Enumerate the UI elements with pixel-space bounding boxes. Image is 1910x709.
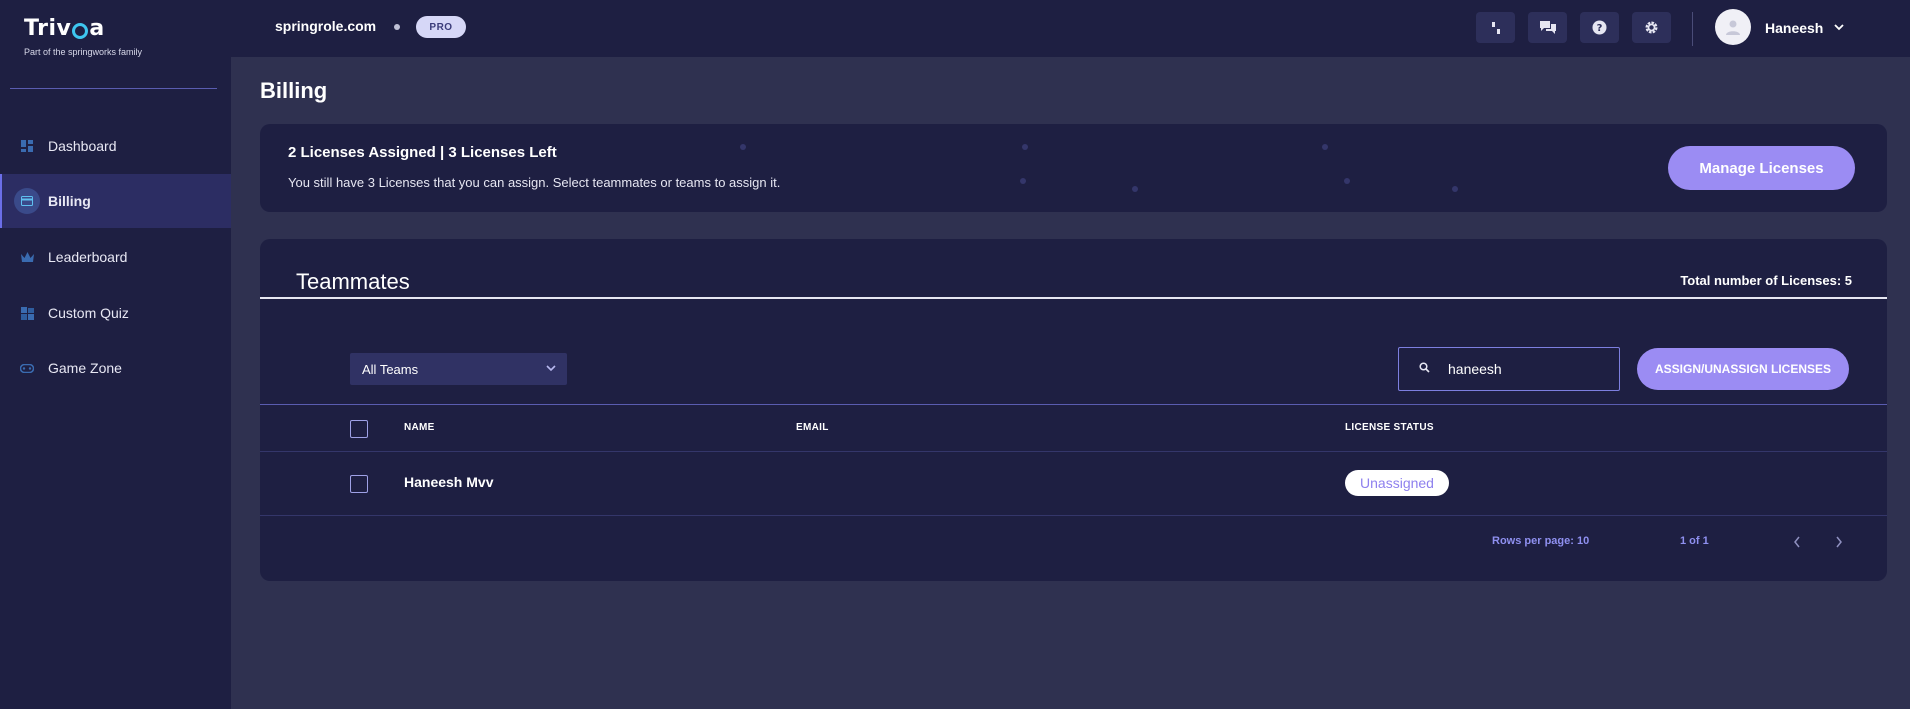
sidebar-divider bbox=[10, 88, 217, 89]
teammates-divider bbox=[260, 297, 1887, 299]
sidebar-item-label: Custom Quiz bbox=[48, 305, 129, 321]
license-summary-card: 2 Licenses Assigned | 3 Licenses Left Yo… bbox=[260, 124, 1887, 212]
help-icon: ? bbox=[1592, 20, 1607, 35]
assign-unassign-licenses-button[interactable]: ASSIGN/UNASSIGN LICENSES bbox=[1637, 348, 1849, 390]
custom-quiz-icon bbox=[20, 306, 34, 320]
user-avatar-icon bbox=[1726, 20, 1740, 35]
row-divider bbox=[260, 451, 1887, 452]
chevron-down-icon bbox=[545, 362, 557, 377]
decorative-dot bbox=[740, 144, 746, 150]
decorative-dot bbox=[1452, 186, 1458, 192]
teammate-name: Haneesh Mvv bbox=[404, 474, 494, 490]
sidebar-item-label: Dashboard bbox=[48, 138, 117, 154]
logo-ring-icon bbox=[72, 22, 89, 39]
settings-icon bbox=[1645, 21, 1658, 34]
teammates-card: Teammates Total number of Licenses: 5 Al… bbox=[260, 239, 1887, 581]
decorative-dot bbox=[1020, 178, 1026, 184]
total-licenses: Total number of Licenses: 5 bbox=[1680, 273, 1852, 288]
license-summary-text: You still have 3 Licenses that you can a… bbox=[288, 175, 781, 190]
svg-text:?: ? bbox=[1597, 23, 1603, 34]
avatar[interactable] bbox=[1715, 9, 1751, 45]
user-name[interactable]: Haneesh bbox=[1765, 20, 1823, 36]
crown-icon bbox=[20, 250, 34, 264]
feedback-button[interactable] bbox=[1476, 12, 1515, 43]
status-badge: Unassigned bbox=[1345, 470, 1449, 496]
column-header-name: NAME bbox=[404, 422, 435, 433]
topbar-separator bbox=[1692, 12, 1693, 46]
table-header-divider bbox=[260, 404, 1887, 405]
logo-text-a: Triv bbox=[24, 16, 72, 41]
decorative-dot bbox=[1344, 178, 1350, 184]
game-controller-icon bbox=[20, 361, 34, 375]
search-field[interactable] bbox=[1398, 347, 1620, 391]
top-bar: springrole.com PRO ? Haneesh bbox=[231, 0, 1910, 57]
decorative-dot bbox=[1132, 186, 1138, 192]
search-input[interactable] bbox=[1448, 361, 1598, 377]
column-header-license-status: LICENSE STATUS bbox=[1345, 422, 1434, 433]
team-filter-select[interactable]: All Teams bbox=[350, 353, 567, 385]
settings-button[interactable] bbox=[1632, 12, 1671, 43]
dashboard-icon bbox=[20, 139, 34, 153]
select-all-checkbox[interactable] bbox=[350, 420, 368, 438]
trivia-logo[interactable]: Triv a Part of the springworks family bbox=[24, 16, 142, 57]
license-summary-heading: 2 Licenses Assigned | 3 Licenses Left bbox=[288, 144, 557, 161]
org-name: springrole.com bbox=[275, 18, 377, 34]
logo-tagline: Part of the springworks family bbox=[24, 47, 143, 57]
teammates-title: Teammates bbox=[296, 269, 410, 294]
row-checkbox[interactable] bbox=[350, 475, 368, 493]
sidebar-item-custom-quiz[interactable]: Custom Quiz bbox=[0, 286, 231, 340]
team-filter-value: All Teams bbox=[362, 361, 419, 377]
help-button[interactable]: ? bbox=[1580, 12, 1619, 43]
sidebar-item-billing[interactable]: Billing bbox=[0, 174, 231, 228]
column-header-email: EMAIL bbox=[796, 422, 829, 433]
sidebar-item-game-zone[interactable]: Game Zone bbox=[0, 341, 231, 395]
row-divider bbox=[260, 515, 1887, 516]
search-icon bbox=[1419, 360, 1430, 378]
chevron-down-icon[interactable] bbox=[1833, 20, 1845, 38]
chevron-left-icon[interactable] bbox=[1792, 535, 1802, 554]
sidebar: Triv a Part of the springworks family Da… bbox=[0, 0, 231, 709]
sidebar-item-dashboard[interactable]: Dashboard bbox=[0, 119, 231, 173]
chat-button[interactable] bbox=[1528, 12, 1567, 43]
decorative-dot bbox=[1022, 144, 1028, 150]
rows-per-page[interactable]: Rows per page: 10 bbox=[1492, 535, 1589, 547]
feedback-icon bbox=[1488, 21, 1503, 34]
plan-badge: PRO bbox=[416, 16, 466, 38]
manage-licenses-button[interactable]: Manage Licenses bbox=[1668, 146, 1855, 190]
chat-icon bbox=[1539, 21, 1556, 34]
decorative-dot bbox=[1322, 144, 1328, 150]
page-info: 1 of 1 bbox=[1680, 535, 1709, 547]
chevron-right-icon[interactable] bbox=[1834, 535, 1844, 554]
billing-card-icon bbox=[14, 188, 40, 214]
sidebar-item-leaderboard[interactable]: Leaderboard bbox=[0, 230, 231, 284]
sidebar-item-label: Game Zone bbox=[48, 360, 122, 376]
page-title: Billing bbox=[260, 78, 328, 103]
sidebar-item-label: Billing bbox=[48, 193, 91, 209]
org-separator-dot bbox=[394, 24, 400, 30]
logo-wordmark: Triv a bbox=[24, 16, 142, 41]
logo-text-b: a bbox=[89, 16, 105, 41]
sidebar-item-label: Leaderboard bbox=[48, 249, 128, 265]
